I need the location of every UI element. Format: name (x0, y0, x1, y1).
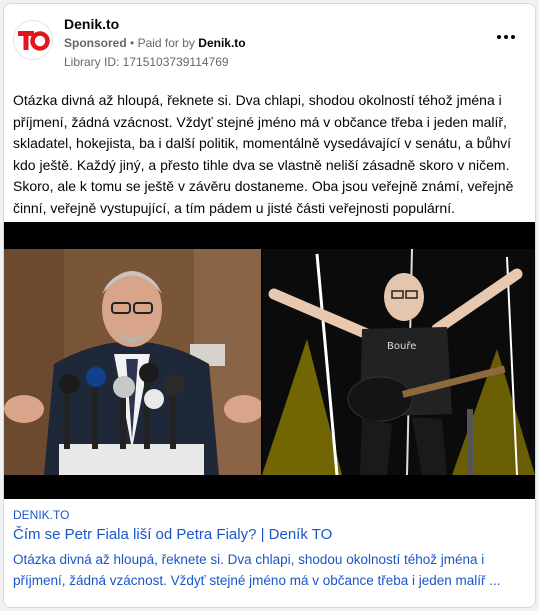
ad-header: Denik.to Sponsored • Paid for by Denik.t… (4, 4, 535, 76)
sponsored-label: Sponsored (64, 36, 127, 50)
politician-illustration (4, 249, 261, 475)
paid-for-by-label: Paid for by (137, 36, 195, 50)
photo-politician (4, 249, 261, 475)
more-dot (504, 35, 508, 39)
ad-body-text: Otázka divná až hloupá, řeknete si. Dva … (13, 92, 514, 216)
library-id: Library ID: 1715103739114769 (64, 55, 229, 69)
page-name-link[interactable]: Denik.to (64, 16, 119, 32)
link-preview[interactable]: DENIK.TO Čím se Petr Fiala liší od Petra… (4, 499, 535, 607)
ad-meta: Sponsored • Paid for by Denik.to (64, 36, 246, 50)
musician-illustration: Bouře (262, 249, 535, 475)
denik-to-logo-icon (18, 31, 50, 51)
more-options-button[interactable] (497, 32, 517, 42)
link-domain: DENIK.TO (13, 508, 70, 522)
meta-separator: • (130, 36, 135, 50)
ad-card: Denik.to Sponsored • Paid for by Denik.t… (3, 3, 536, 608)
more-dot (511, 35, 515, 39)
paid-for-by-name: Denik.to (198, 36, 246, 50)
ad-media[interactable]: Bouře (4, 222, 535, 499)
shirt-print: Bouře (387, 340, 416, 352)
more-horizontal-icon (497, 35, 501, 39)
link-description: Otázka divná až hloupá, řeknete si. Dva … (13, 552, 501, 588)
link-headline: Čím se Petr Fiala liší od Petra Fialy? |… (13, 526, 333, 543)
page-avatar[interactable] (13, 20, 53, 60)
photo-musician: Bouře (262, 249, 535, 475)
